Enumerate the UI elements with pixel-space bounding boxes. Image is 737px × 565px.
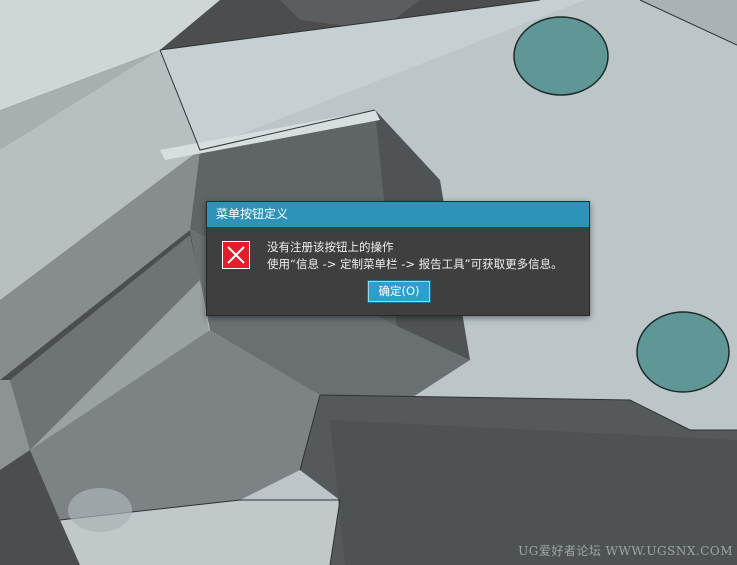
right-hole	[636, 311, 730, 393]
error-message-line2: 使用“信息 -> 定制菜单栏 -> 报告工具”可获取更多信息。	[267, 257, 563, 271]
dialog-title: 菜单按钮定义	[207, 202, 589, 227]
top-hole	[513, 16, 609, 96]
menu-button-definition-dialog: 菜单按钮定义 没有注册该按钮上的操作 使用“信息 -> 定制菜单栏 -> 报告工…	[206, 201, 590, 316]
error-message-line1: 没有注册该按钮上的操作	[267, 240, 394, 254]
forum-watermark: UG爱好者论坛 WWW.UGSNX.COM	[518, 544, 733, 558]
ok-button[interactable]: 确定(O)	[367, 280, 431, 303]
error-x-icon	[222, 241, 250, 269]
